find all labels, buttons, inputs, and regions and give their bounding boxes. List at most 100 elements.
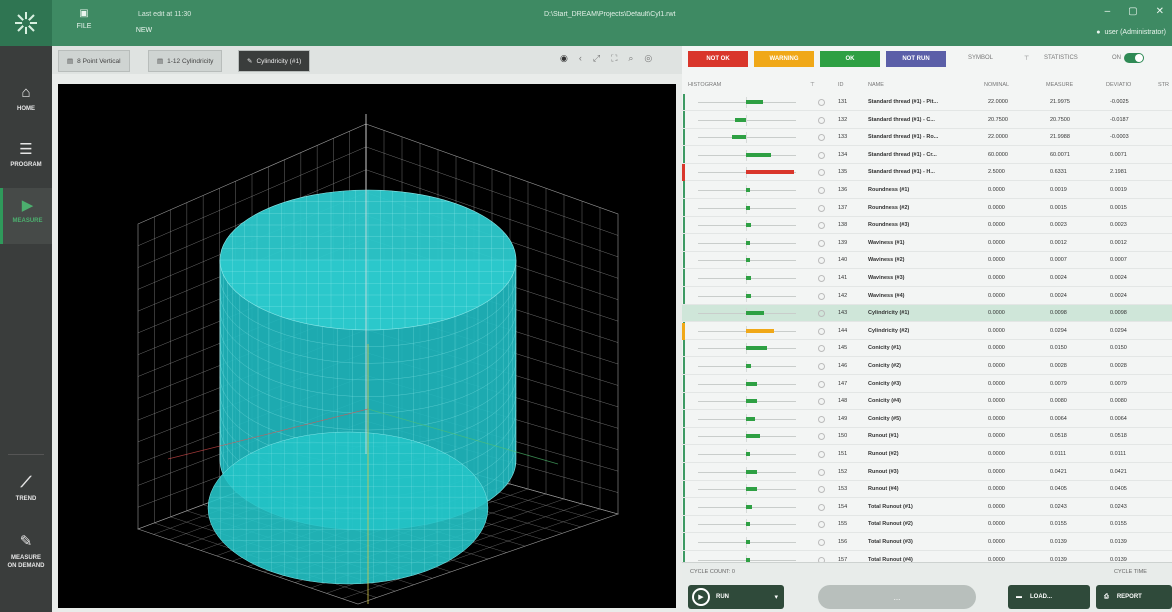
filter-ok-button[interactable]: OK xyxy=(820,51,880,67)
table-row[interactable]: 140 Waviness (#2) 0.0000 0.0007 0.0007 xyxy=(682,252,1172,270)
row-select-radio[interactable] xyxy=(818,239,825,247)
expand-icon[interactable]: ⤢ xyxy=(593,53,600,64)
filter-not-ok-button[interactable]: NOT OK xyxy=(688,51,748,67)
table-row[interactable]: 150 Runout (#1) 0.0000 0.0518 0.0518 xyxy=(682,428,1172,446)
filter-warning-button[interactable]: WARNING xyxy=(754,51,814,67)
table-row[interactable]: 138 Roundness (#3) 0.0000 0.0023 0.0023 xyxy=(682,217,1172,235)
row-select-radio[interactable] xyxy=(818,310,825,318)
table-row[interactable]: 142 Waviness (#4) 0.0000 0.0024 0.0024 xyxy=(682,288,1172,305)
row-select-radio[interactable] xyxy=(818,345,825,353)
table-row[interactable]: 146 Conicity (#2) 0.0000 0.0028 0.0028 xyxy=(682,358,1172,375)
row-select-radio[interactable] xyxy=(818,292,825,300)
table-row[interactable]: 144 Cylindricity (#2) 0.0000 0.0294 0.0294 xyxy=(682,322,1172,340)
run-label: RUN xyxy=(716,594,729,600)
secondary-action-button[interactable]: ... xyxy=(818,585,976,609)
row-select-radio[interactable] xyxy=(818,275,825,282)
printer-icon: ⎙ xyxy=(1104,593,1109,600)
filter-not-run-button[interactable]: NOT RUN xyxy=(886,51,946,67)
row-select-radio[interactable] xyxy=(818,204,825,212)
prev-icon[interactable]: ‹ xyxy=(579,53,582,64)
file-menu[interactable]: ▣ FILE xyxy=(72,8,96,30)
row-select-radio[interactable] xyxy=(818,151,825,159)
col-measure[interactable]: MEASURE xyxy=(1046,82,1073,88)
col-extra[interactable]: STR xyxy=(1158,82,1169,88)
row-select-radio[interactable] xyxy=(818,451,825,458)
table-row[interactable]: 137 Roundness (#2) 0.0000 0.0015 0.0015 xyxy=(682,200,1172,217)
col-histogram[interactable]: HISTOGRAM xyxy=(688,82,721,88)
minimize-icon[interactable]: – xyxy=(1105,6,1111,17)
filter-icon[interactable]: ⊤ xyxy=(810,82,815,88)
table-row[interactable]: 134 Standard thread (#1) - Cr... 60.0000 60… xyxy=(682,147,1172,164)
row-select-radio[interactable] xyxy=(818,363,825,370)
row-select-radio[interactable] xyxy=(818,468,825,476)
cycle-count: CYCLE COUNT: 0 xyxy=(690,569,735,575)
row-select-radio[interactable] xyxy=(818,521,825,529)
tab-cylindricity-1[interactable]: ✎ Cylindricity (#1) xyxy=(238,50,311,72)
row-select-radio[interactable] xyxy=(818,327,825,335)
filter-icon[interactable]: ⊤ xyxy=(1024,55,1029,62)
user-indicator[interactable]: ● user (Administrator) xyxy=(1096,29,1166,36)
row-select-radio[interactable] xyxy=(818,398,825,406)
col-deviation[interactable]: DEVIATIO xyxy=(1106,82,1131,88)
row-select-radio[interactable] xyxy=(818,380,825,388)
col-id[interactable]: ID xyxy=(838,82,844,88)
nav-trend[interactable]: ⟋ TREND xyxy=(0,466,52,522)
row-select-radio[interactable] xyxy=(818,433,825,441)
3d-viewport[interactable] xyxy=(58,84,676,608)
table-row[interactable]: 141 Waviness (#3) 0.0000 0.0024 0.0024 xyxy=(682,270,1172,287)
run-button[interactable]: ▶ RUN ▾ xyxy=(688,585,784,609)
tab-8-point-vertical[interactable]: ▤ 8 Point Vertical xyxy=(58,50,130,72)
table-row[interactable]: 136 Roundness (#1) 0.0000 0.0019 0.0019 xyxy=(682,182,1172,199)
target-icon[interactable]: ◉ xyxy=(560,53,568,64)
tab-cylindricity-list[interactable]: ▤ 1-12 Cylindricity xyxy=(148,50,223,72)
load-button[interactable]: ▬ LOAD... xyxy=(1008,585,1090,609)
new-menu[interactable]: NEW xyxy=(132,27,156,34)
fit-icon[interactable]: ⛶ xyxy=(611,53,617,64)
table-row[interactable]: 135 Standard thread (#1) - H... 2.5000 0.63… xyxy=(682,164,1172,182)
table-row[interactable]: 133 Standard thread (#1) - Ro... 22.0000 21… xyxy=(682,129,1172,147)
table-row[interactable]: 149 Conicity (#5) 0.0000 0.0064 0.0064 xyxy=(682,411,1172,428)
report-button[interactable]: ⎙ REPORT xyxy=(1096,585,1172,609)
table-row[interactable]: 155 Total Runout (#2) 0.0000 0.0155 0.0155 xyxy=(682,516,1172,534)
eye-icon[interactable]: ◎ xyxy=(644,53,652,64)
col-name[interactable]: NAME xyxy=(868,82,884,88)
nav-measure-on-demand[interactable]: ✎ MEASURE ON DEMAND xyxy=(0,524,52,594)
row-select-radio[interactable] xyxy=(818,99,825,106)
row-select-radio[interactable] xyxy=(818,116,825,124)
col-nominal[interactable]: NOMINAL xyxy=(984,82,1009,88)
nav-home[interactable]: ⌂ HOME xyxy=(0,76,52,132)
table-row[interactable]: 131 Standard thread (#1) - Pit... 22.0000 2… xyxy=(682,94,1172,111)
table-row[interactable]: 132 Standard thread (#1) - C... 20.7500 20.… xyxy=(682,112,1172,129)
row-nominal: 2.5000 xyxy=(988,169,1005,176)
row-select-radio[interactable] xyxy=(818,169,825,177)
table-row[interactable]: 143 Cylindricity (#1) 0.0000 0.0098 0.0098 xyxy=(682,305,1172,323)
maximize-icon[interactable]: ▢ xyxy=(1128,6,1137,17)
table-row[interactable]: 151 Runout (#2) 0.0000 0.0111 0.0111 xyxy=(682,446,1172,463)
cylinder-3d-view[interactable] xyxy=(58,84,676,608)
table-row[interactable]: 154 Total Runout (#1) 0.0000 0.0243 0.0243 xyxy=(682,499,1172,516)
statistics-switch[interactable] xyxy=(1124,53,1144,63)
row-select-radio[interactable] xyxy=(818,415,825,423)
table-row[interactable]: 156 Total Runout (#3) 0.0000 0.0139 0.0139 xyxy=(682,534,1172,551)
row-select-radio[interactable] xyxy=(818,222,825,230)
zoom-icon[interactable]: ⌕ xyxy=(628,53,633,64)
row-select-radio[interactable] xyxy=(818,539,825,546)
row-select-radio[interactable] xyxy=(818,134,825,142)
table-row[interactable]: 139 Waviness (#1) 0.0000 0.0012 0.0012 xyxy=(682,235,1172,252)
chevron-down-icon[interactable]: ▾ xyxy=(774,593,778,601)
table-row[interactable]: 153 Runout (#4) 0.0000 0.0405 0.0405 xyxy=(682,481,1172,499)
symbol-label[interactable]: SYMBOL xyxy=(968,55,993,61)
statistics-toggle[interactable]: STATISTICS xyxy=(1044,55,1078,61)
row-select-radio[interactable] xyxy=(818,503,825,511)
row-select-radio[interactable] xyxy=(818,486,825,494)
table-row[interactable]: 145 Conicity (#1) 0.0000 0.0150 0.0150 xyxy=(682,340,1172,358)
row-select-radio[interactable] xyxy=(818,187,825,194)
tab-bar: ▤ 8 Point Vertical ▤ 1-12 Cylindricity ✎… xyxy=(52,46,682,74)
close-icon[interactable]: ✕ xyxy=(1156,6,1164,17)
table-row[interactable]: 152 Runout (#3) 0.0000 0.0421 0.0421 xyxy=(682,464,1172,481)
nav-program[interactable]: ☰ PROGRAM xyxy=(0,132,52,188)
row-select-radio[interactable] xyxy=(818,257,825,265)
nav-measure[interactable]: ▶ MEASURE xyxy=(0,188,52,244)
table-row[interactable]: 147 Conicity (#3) 0.0000 0.0079 0.0079 xyxy=(682,376,1172,393)
table-row[interactable]: 148 Conicity (#4) 0.0000 0.0080 0.0080 xyxy=(682,393,1172,411)
